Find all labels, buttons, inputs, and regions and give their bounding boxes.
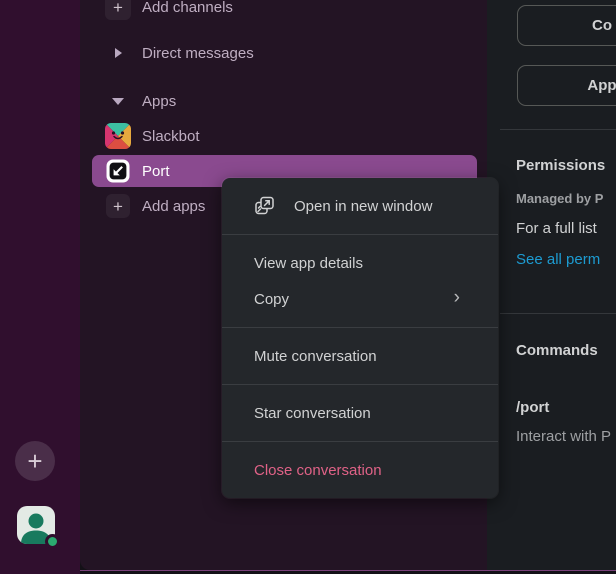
sidebar-item-label: Add channels <box>142 0 233 16</box>
command-name: /port <box>516 399 549 416</box>
sidebar-section-direct-messages[interactable]: Direct messages <box>80 37 487 69</box>
menu-item-copy[interactable]: Copy › <box>222 281 498 317</box>
permissions-heading: Permissions <box>516 157 605 174</box>
app-details-button[interactable]: App <box>517 65 616 106</box>
context-menu: Open in new window View app details Copy… <box>222 178 498 498</box>
sidebar-section-label: Direct messages <box>142 45 254 62</box>
port-app-icon <box>106 159 130 183</box>
plus-icon: + <box>106 194 130 218</box>
submenu-chevron-icon: › <box>454 287 460 309</box>
presence-active-icon <box>45 534 60 549</box>
sidebar-section-apps[interactable]: Apps <box>80 85 487 117</box>
menu-item-view-app-details[interactable]: View app details <box>222 245 498 281</box>
divider <box>500 129 616 130</box>
menu-item-open-in-new-window[interactable]: Open in new window <box>222 188 498 224</box>
managed-by-text: Managed by P <box>516 191 603 206</box>
menu-item-close-conversation[interactable]: Close conversation <box>222 452 498 488</box>
sidebar-item-label: Port <box>142 163 170 180</box>
menu-item-star-conversation[interactable]: Star conversation <box>222 395 498 431</box>
see-all-permissions-link[interactable]: See all perm <box>516 251 600 268</box>
sidebar-item-add-channels[interactable]: + Add channels <box>80 0 487 23</box>
plus-icon: + <box>27 448 42 474</box>
menu-item-mute-conversation[interactable]: Mute conversation <box>222 338 498 374</box>
sidebar-section-label: Apps <box>142 93 176 110</box>
permissions-description: For a full list <box>516 220 597 237</box>
plus-icon: + <box>105 0 131 20</box>
configure-button[interactable]: Co <box>517 5 616 46</box>
app-details-panel: Co App Permissions Managed by P For a fu… <box>487 0 616 570</box>
divider <box>500 313 616 314</box>
create-new-button[interactable]: + <box>15 441 55 481</box>
commands-heading: Commands <box>516 342 598 359</box>
open-in-new-window-icon <box>254 196 276 216</box>
slack-window: + + Add channels <box>0 0 616 574</box>
workspace-rail: + <box>0 0 80 574</box>
chevron-down-icon <box>112 98 124 105</box>
sidebar-item-label: Add apps <box>142 198 205 215</box>
slackbot-app-icon <box>105 123 131 149</box>
user-avatar[interactable] <box>17 506 55 544</box>
chevron-right-icon <box>115 48 122 58</box>
sidebar-item-slackbot[interactable]: Slackbot <box>80 120 487 152</box>
command-description: Interact with P <box>516 428 611 445</box>
sidebar-item-label: Slackbot <box>142 128 200 145</box>
